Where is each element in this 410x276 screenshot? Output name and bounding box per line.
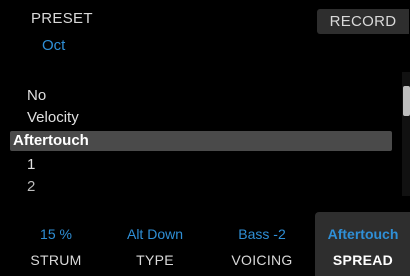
voicing-value[interactable]: Bass -2 (228, 226, 296, 242)
voicing-label[interactable]: VOICING (228, 252, 296, 268)
preset-value[interactable]: Oct (42, 37, 65, 54)
list-item-1[interactable]: 1 (27, 156, 35, 173)
type-label[interactable]: TYPE (121, 252, 189, 268)
strum-label[interactable]: STRUM (22, 252, 90, 268)
spread-label[interactable]: SPREAD (318, 252, 408, 268)
spread-value[interactable]: Aftertouch (318, 226, 408, 242)
strum-value[interactable]: 15 % (22, 226, 90, 242)
type-value[interactable]: Alt Down (121, 226, 189, 242)
record-button[interactable]: RECORD (317, 9, 409, 34)
list-item-no[interactable]: No (27, 87, 46, 104)
scrollbar-thumb[interactable] (403, 86, 410, 116)
list-item-2[interactable]: 2 (27, 178, 35, 195)
list-item-aftertouch[interactable]: Aftertouch (13, 132, 89, 149)
preset-label: PRESET (31, 10, 93, 27)
list-item-velocity[interactable]: Velocity (27, 109, 79, 126)
